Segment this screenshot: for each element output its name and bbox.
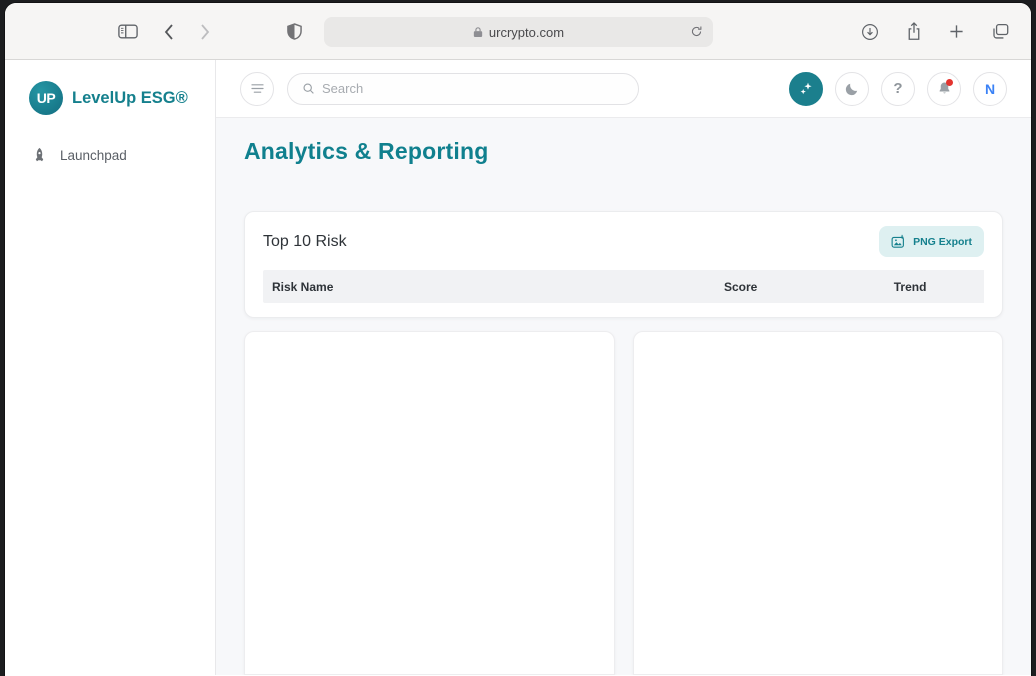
page-title: Analytics & Reporting — [244, 138, 488, 165]
ai-assistant-button[interactable] — [789, 72, 823, 106]
png-export-label: PNG Export — [913, 236, 972, 248]
share-icon[interactable] — [906, 22, 922, 41]
browser-window: urcrypto.com UP LevelUp ESG® — [5, 3, 1031, 676]
risk-table: Risk Name Score Trend — [263, 270, 984, 303]
column-header-trend: Trend — [836, 270, 984, 303]
avatar-initial: N — [985, 81, 995, 97]
sidebar: UP LevelUp ESG® Launchpad — [5, 60, 216, 675]
question-icon: ? — [893, 80, 902, 97]
url-bar[interactable]: urcrypto.com — [324, 17, 713, 47]
search-input[interactable] — [322, 81, 624, 96]
chrome-actions — [861, 3, 1009, 60]
reload-icon[interactable] — [690, 25, 703, 38]
moon-icon — [844, 81, 860, 97]
logo-badge-icon: UP — [29, 81, 63, 115]
download-icon[interactable] — [861, 23, 879, 41]
sidebar-item-launchpad[interactable]: Launchpad — [5, 138, 215, 173]
top-bar: ? N — [216, 60, 1031, 118]
top-10-risk-card: Top 10 Risk PNG Export Risk Name — [244, 211, 1003, 318]
forward-icon[interactable] — [193, 3, 217, 60]
browser-chrome: urcrypto.com — [5, 3, 1031, 60]
top-bar-actions: ? N — [789, 72, 1007, 106]
url-text: urcrypto.com — [489, 25, 564, 40]
privacy-shield-icon[interactable] — [281, 3, 307, 60]
sparkle-icon — [798, 81, 814, 97]
logo-text: LevelUp ESG® — [72, 89, 188, 108]
column-header-score: Score — [645, 270, 836, 303]
menu-button[interactable] — [240, 72, 274, 106]
card-stub-right — [633, 331, 1004, 675]
new-tab-icon[interactable] — [949, 24, 964, 39]
user-avatar[interactable]: N — [973, 72, 1007, 106]
close-window-button[interactable] — [35, 25, 48, 38]
sidebar-item-label: Launchpad — [60, 148, 127, 163]
risk-card-title: Top 10 Risk — [263, 233, 347, 251]
image-download-icon — [891, 234, 906, 249]
rocket-icon — [30, 147, 49, 164]
app-logo[interactable]: UP LevelUp ESG® — [5, 60, 215, 116]
minimize-window-button[interactable] — [57, 25, 70, 38]
search-box[interactable] — [287, 73, 639, 105]
tab-overview-icon[interactable] — [991, 23, 1009, 40]
hamburger-icon — [251, 83, 264, 94]
zoom-window-button[interactable] — [79, 25, 92, 38]
sidebar-toggle-icon[interactable] — [113, 3, 143, 60]
help-button[interactable]: ? — [881, 72, 915, 106]
dark-mode-button[interactable] — [835, 72, 869, 106]
png-export-button[interactable]: PNG Export — [879, 226, 984, 257]
card-stub-left — [244, 331, 615, 675]
search-icon — [302, 82, 315, 95]
traffic-lights — [35, 25, 92, 38]
notifications-button[interactable] — [927, 72, 961, 106]
back-icon[interactable] — [157, 3, 181, 60]
lock-icon — [473, 26, 483, 38]
lower-cards-row — [244, 331, 1003, 675]
notification-dot — [946, 79, 953, 86]
column-header-risk-name: Risk Name — [263, 270, 645, 303]
